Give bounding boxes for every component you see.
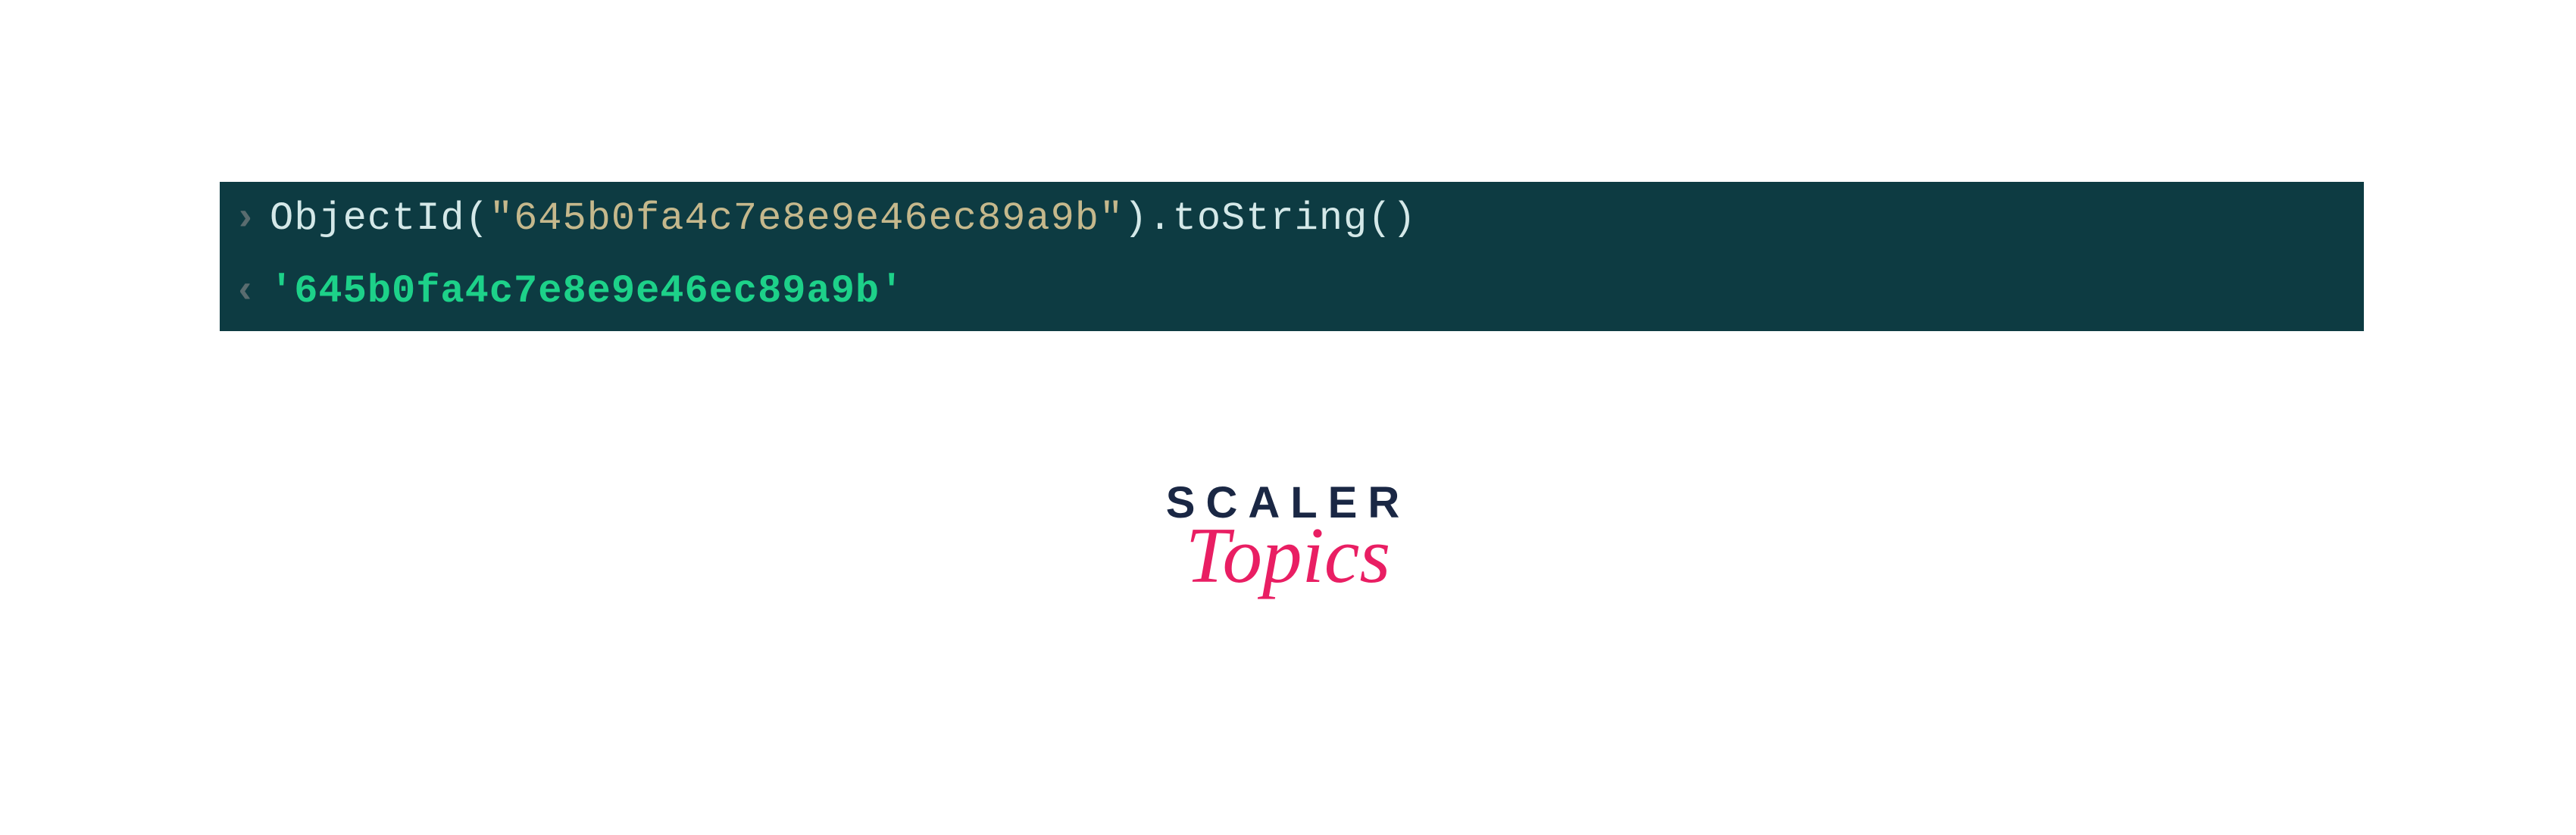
code-string-literal: "645b0fa4c7e8e9e46ec89a9b" <box>489 196 1124 241</box>
console-output-line: ‹ '645b0fa4c7e8e9e46ec89a9b' <box>220 256 2364 330</box>
console-input-line[interactable]: › ObjectId("645b0fa4c7e8e9e46ec89a9b").t… <box>220 182 2364 256</box>
code-method-name: ObjectId <box>270 196 465 241</box>
code-chain-method: .toString() <box>1148 196 1416 241</box>
console-input-code: ObjectId("645b0fa4c7e8e9e46ec89a9b").toS… <box>270 195 1417 242</box>
console-output-value: '645b0fa4c7e8e9e46ec89a9b' <box>270 268 904 315</box>
input-prompt-icon: › <box>233 195 258 242</box>
output-prompt-icon: ‹ <box>233 268 258 315</box>
code-open-paren: ( <box>465 196 489 241</box>
brand-logo: SCALER Topics <box>1136 477 1440 601</box>
code-close-paren: ) <box>1124 196 1148 241</box>
console-panel: › ObjectId("645b0fa4c7e8e9e46ec89a9b").t… <box>220 182 2364 331</box>
